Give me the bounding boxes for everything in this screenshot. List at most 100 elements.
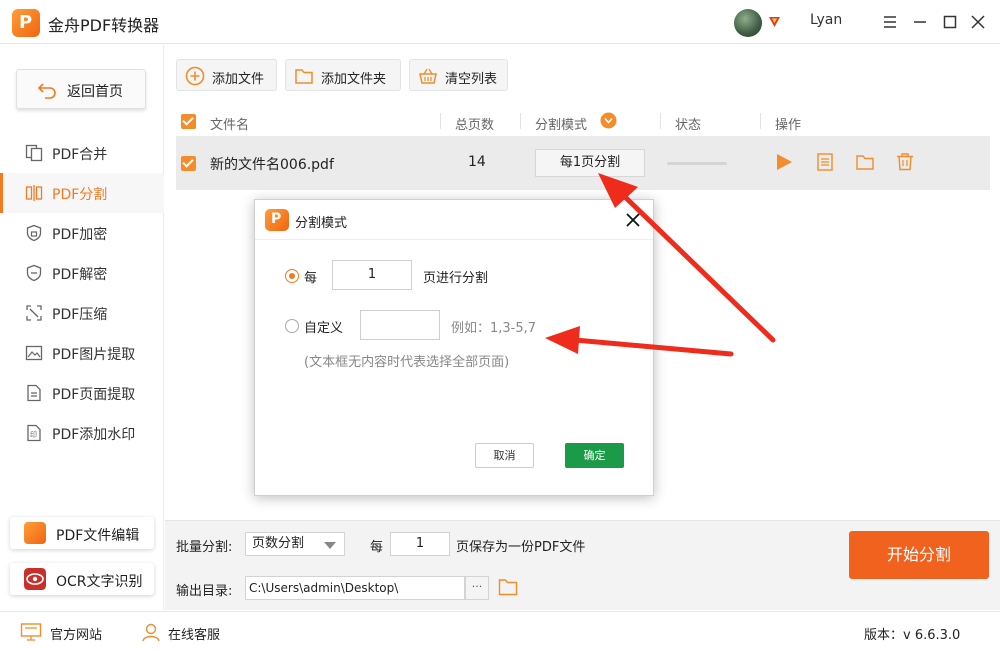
dialog-title: 分割模式	[295, 216, 348, 231]
custom-label: 自定义	[304, 321, 344, 336]
header-action: 操作	[775, 118, 802, 133]
support-link[interactable]: 在线客服	[168, 624, 220, 643]
sidebar-item-label: PDF分割	[52, 187, 108, 203]
custom-range-radio[interactable]	[285, 319, 299, 333]
sidebar-item-label: PDF压缩	[52, 307, 108, 323]
page-count: 14	[468, 154, 486, 170]
ok-button[interactable]: 确定	[565, 443, 624, 468]
add-folder-button[interactable]: 添加文件夹	[285, 59, 401, 91]
clear-list-button[interactable]: 清空列表	[409, 59, 508, 91]
header-filename: 文件名	[210, 118, 250, 133]
bottom-panel: 批量分割: 页数分割 每 1 页保存为一份PDF文件 输出目录: C:\User…	[165, 520, 1000, 610]
per-suffix-label: 页保存为一份PDF文件	[456, 540, 586, 555]
custom-range-input[interactable]	[360, 310, 440, 340]
output-dir-label: 输出目录:	[176, 584, 233, 599]
header-divider	[440, 113, 441, 129]
dialog-header: 分割模式	[255, 200, 653, 240]
back-home-button[interactable]: 返回首页	[16, 69, 146, 109]
add-file-label: 添加文件	[212, 72, 265, 87]
every-pages-radio[interactable]	[285, 269, 299, 283]
website-icon[interactable]	[20, 622, 42, 642]
sidebar-item-decrypt[interactable]: PDF解密	[0, 253, 164, 293]
split-mode-button[interactable]: 每1页分割	[535, 149, 645, 177]
every-label: 每	[304, 271, 318, 286]
sidebar-item-compress[interactable]: PDF压缩	[0, 293, 164, 333]
sidebar-item-encrypt[interactable]: PDF加密	[0, 213, 164, 253]
every-pages-input[interactable]: 1	[332, 260, 412, 290]
close-window-icon[interactable]	[968, 12, 988, 32]
example-hint: 例如：1,3-5,7	[451, 321, 537, 336]
pdf-edit-label: PDF文件编辑	[56, 528, 140, 544]
sidebar-item-label: PDF图片提取	[52, 347, 136, 363]
support-icon[interactable]	[140, 622, 162, 642]
status-progress-bar	[667, 162, 727, 165]
title-bar: 金舟PDF转换器 Lyan	[0, 0, 1000, 44]
sidebar-item-label: PDF加密	[52, 227, 108, 243]
output-path-input[interactable]: C:\Users\admin\Desktop\	[245, 576, 465, 600]
folder-icon[interactable]	[855, 152, 875, 172]
header-divider	[520, 113, 521, 129]
app-title: 金舟PDF转换器	[48, 16, 160, 35]
pdf-edit-button[interactable]: PDF文件编辑	[10, 517, 154, 549]
compress-icon	[26, 305, 42, 321]
avatar[interactable]	[734, 9, 762, 37]
ocr-button[interactable]: OCR文字识别	[10, 563, 154, 595]
vip-badge-icon[interactable]	[768, 16, 781, 28]
per-label: 每	[370, 540, 384, 555]
range-note: (文本框无内容时代表选择全部页面)	[304, 355, 510, 370]
unlock-shield-icon	[26, 264, 42, 282]
watermark-icon: 印	[27, 424, 41, 442]
page-icon	[27, 384, 41, 402]
add-file-button[interactable]: 添加文件	[176, 59, 277, 91]
close-icon[interactable]	[625, 212, 641, 228]
pages-per-file-input[interactable]: 1	[390, 532, 450, 556]
start-split-button[interactable]: 开始分割	[849, 531, 989, 579]
batch-mode-select[interactable]: 页数分割	[245, 532, 345, 556]
split-mode-dialog: 分割模式 每 1 页进行分割 自定义 例如：1,3-5,7 (文本框无内容时代表…	[254, 199, 654, 496]
minimize-icon[interactable]	[910, 12, 930, 32]
sidebar-item-watermark[interactable]: 印 PDF添加水印	[0, 413, 164, 453]
header-mode: 分割模式	[535, 118, 588, 133]
sidebar-item-image-extract[interactable]: PDF图片提取	[0, 333, 164, 373]
play-icon[interactable]	[774, 152, 794, 172]
maximize-icon[interactable]	[940, 12, 960, 32]
header-pages: 总页数	[455, 118, 495, 133]
pdf-edit-icon	[24, 522, 46, 544]
dialog-logo	[265, 209, 289, 231]
footer: 官方网站 在线客服 版本：v 6.6.3.0	[0, 611, 1000, 650]
doc-icon[interactable]	[815, 152, 835, 172]
username[interactable]: Lyan	[810, 12, 842, 28]
add-icon	[185, 66, 205, 86]
sidebar-item-page-extract[interactable]: PDF页面提取	[0, 373, 164, 413]
table-row[interactable]: 新的文件名006.pdf 14 每1页分割	[176, 136, 990, 190]
image-icon	[25, 345, 43, 361]
table-header: 文件名 总页数 分割模式 状态 操作	[176, 106, 990, 136]
file-name: 新的文件名006.pdf	[210, 157, 334, 173]
sidebar-item-split[interactable]: PDF分割	[0, 173, 164, 213]
svg-text:印: 印	[30, 431, 37, 439]
basket-icon	[419, 68, 437, 84]
clear-list-label: 清空列表	[445, 72, 498, 87]
sidebar-item-merge[interactable]: PDF合并	[0, 133, 164, 173]
sidebar-item-label: PDF添加水印	[52, 427, 136, 443]
app-logo	[12, 9, 40, 37]
trash-icon[interactable]	[895, 152, 915, 172]
every-suffix-label: 页进行分割	[423, 271, 489, 286]
cancel-button[interactable]: 取消	[475, 443, 534, 468]
sidebar: 返回首页 PDF合并 PDF分割 PDF加密 PDF解密 PDF压缩 PDF图片…	[0, 45, 164, 610]
menu-icon[interactable]	[880, 12, 900, 32]
mode-dropdown-icon[interactable]	[600, 112, 617, 129]
open-folder-icon[interactable]	[498, 578, 518, 596]
header-divider	[760, 113, 761, 129]
select-all-checkbox[interactable]	[181, 114, 196, 129]
back-home-label: 返回首页	[67, 84, 123, 100]
version-label: 版本：v 6.6.3.0	[864, 628, 961, 643]
row-checkbox[interactable]	[181, 156, 196, 171]
website-link[interactable]: 官方网站	[50, 624, 102, 643]
ocr-eye-icon	[24, 568, 46, 590]
ocr-label: OCR文字识别	[56, 574, 143, 590]
browse-button[interactable]: ···	[465, 576, 489, 600]
sidebar-item-label: PDF合并	[52, 147, 108, 163]
folder-icon	[295, 69, 313, 84]
merge-icon	[25, 144, 43, 162]
